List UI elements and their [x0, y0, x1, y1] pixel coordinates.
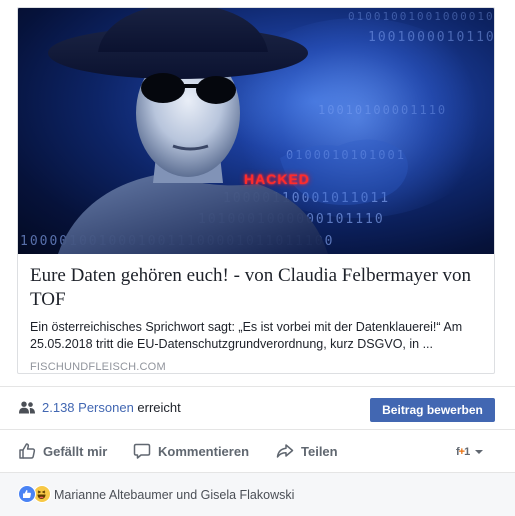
link-preview-image[interactable]: 01001001001000010100 1001000010110100 10… — [18, 8, 494, 254]
post-actions: Gefällt mir Kommentieren Teilen f+1 — [0, 430, 515, 472]
share-label: Teilen — [301, 443, 338, 459]
share-icon — [276, 444, 294, 458]
comment-label: Kommentieren — [158, 443, 250, 459]
like-reaction-icon — [18, 485, 36, 503]
link-title[interactable]: Eure Daten gehören euch! - von Claudia F… — [30, 264, 484, 312]
post-as-selector[interactable]: f+1 — [456, 444, 484, 460]
people-icon — [19, 401, 35, 414]
comment-icon — [133, 443, 151, 459]
share-button[interactable]: Teilen — [276, 430, 338, 472]
like-label: Gefällt mir — [43, 443, 108, 459]
reach-row: 2.138 Personen erreicht Beitrag bewerben — [0, 386, 515, 430]
link-description: Ein österreichisches Sprichwort sagt: „E… — [30, 320, 463, 351]
reach-suffix: erreicht — [137, 400, 181, 415]
reactions-row: Marianne Altebaumer und Gisela Flakowski — [0, 472, 515, 516]
reach-count-link[interactable]: 2.138 Personen — [42, 400, 134, 415]
chevron-down-icon — [475, 450, 484, 454]
link-domain: FISCHUNDFLEISCH.COM — [30, 361, 166, 373]
like-button[interactable]: Gefällt mir — [18, 430, 107, 472]
hacker-figure-illustration — [48, 8, 408, 254]
hacked-label: HACKED — [244, 171, 310, 187]
boost-post-button[interactable]: Beitrag bewerben — [370, 398, 495, 422]
comment-button[interactable]: Kommentieren — [133, 430, 249, 472]
post-container: 01001001001000010100 1001000010110100 10… — [0, 0, 515, 516]
link-preview-text[interactable]: Eure Daten gehören euch! - von Claudia F… — [18, 254, 494, 373]
reach-summary: 2.138 Personen erreicht — [42, 400, 181, 416]
thumbs-up-icon — [19, 443, 36, 459]
link-preview-card[interactable]: 01001001001000010100 1001000010110100 10… — [17, 7, 495, 374]
page-switch-icon: f+1 — [456, 446, 470, 458]
reactors-names[interactable]: Marianne Altebaumer und Gisela Flakowski — [54, 487, 294, 503]
reaction-icons[interactable] — [18, 485, 52, 503]
